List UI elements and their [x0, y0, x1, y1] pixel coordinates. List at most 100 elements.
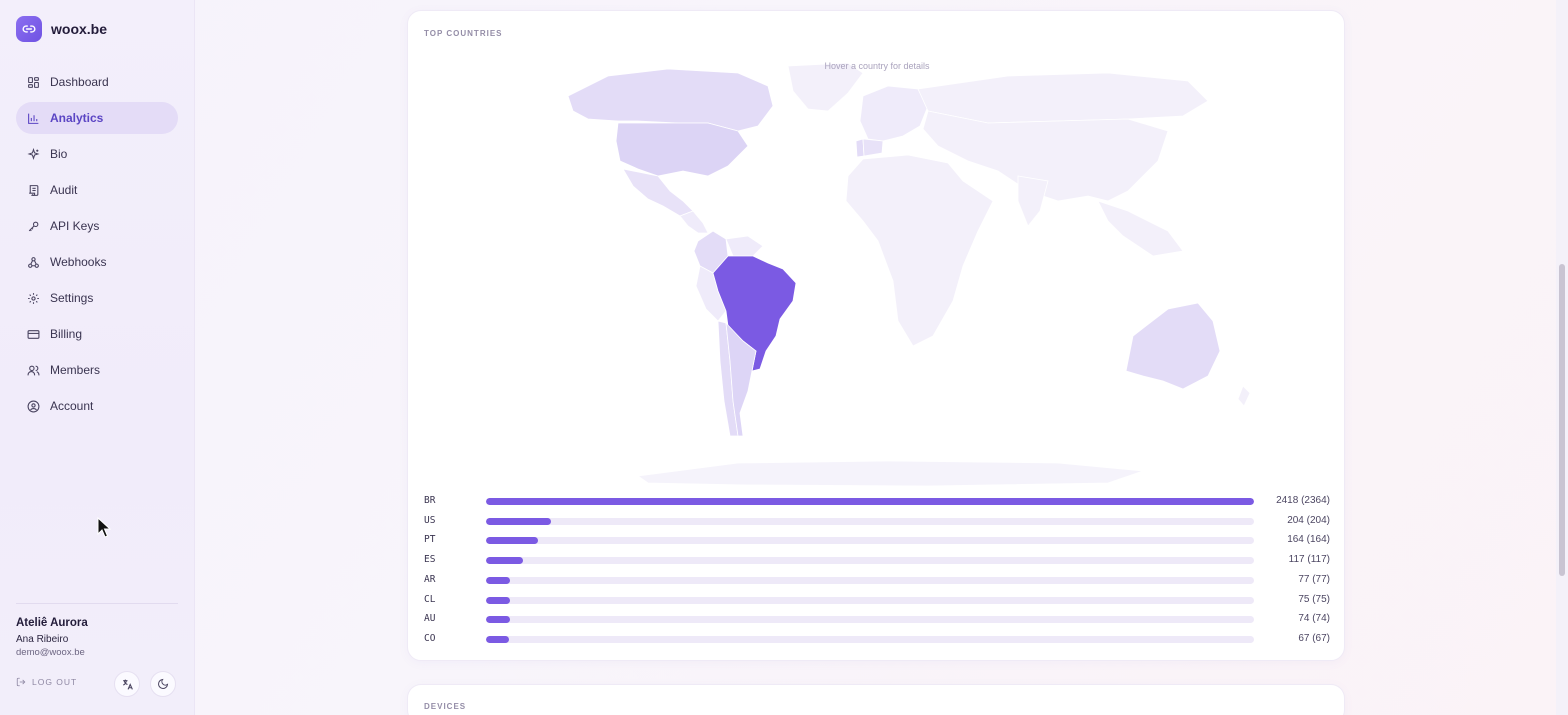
country-es [862, 138, 884, 157]
gear-icon [28, 292, 39, 304]
logout-button[interactable]: LOG OUT [16, 677, 77, 687]
country-row-us[interactable]: US 204 (204) [424, 515, 1330, 527]
country-bar-track [486, 517, 1254, 525]
sidebar-item-account[interactable]: Account [16, 390, 178, 422]
country-code: US [424, 514, 436, 526]
sidebar-item-label: Settings [50, 291, 94, 305]
country-bar-fill [486, 517, 551, 525]
top-countries-card: TOP COUNTRIES Hover a country for detail… [407, 10, 1345, 661]
sidebar-item-analytics[interactable]: Analytics [16, 102, 178, 134]
sidebar-item-audit[interactable]: Audit [16, 174, 178, 206]
country-nz [1237, 385, 1251, 407]
country-se-asia [1097, 200, 1184, 257]
moon-icon [158, 678, 169, 689]
language-button[interactable] [114, 671, 140, 697]
country-bar-track [486, 616, 1254, 624]
card-icon [27, 329, 40, 339]
scroll-icon [29, 184, 39, 196]
country-row-au[interactable]: AU 74 (74) [424, 613, 1330, 625]
country-count: 2418 (2364) [1276, 495, 1330, 506]
country-code: PT [424, 534, 436, 546]
map-hint: Hover a country for details [824, 61, 930, 71]
country-code: BR [424, 495, 436, 506]
sidebar-nav: Dashboard Analytics Bio Audit API Keys W… [16, 66, 178, 426]
sidebar-item-api-keys[interactable]: API Keys [16, 210, 178, 242]
brand[interactable]: woox.be [16, 16, 107, 42]
sidebar-item-label: Webhooks [50, 255, 107, 269]
users-icon [27, 365, 40, 375]
country-count: 164 (164) [1287, 534, 1330, 546]
country-bar-track [486, 596, 1254, 604]
country-row-es[interactable]: ES 117 (117) [424, 554, 1330, 566]
mouse-cursor-icon [97, 517, 111, 538]
devices-card: DEVICES [407, 684, 1345, 715]
country-row-co[interactable]: CO 67 (67) [424, 633, 1330, 645]
country-europe [859, 85, 929, 142]
country-code: AR [424, 573, 436, 585]
sidebar-item-label: Account [50, 399, 94, 413]
country-bar-fill [486, 576, 511, 584]
country-bar-fill [486, 596, 510, 604]
sidebar-divider [16, 603, 178, 604]
sidebar-item-billing[interactable]: Billing [16, 318, 178, 350]
country-row-pt[interactable]: PT 164 (164) [424, 534, 1330, 546]
user-email: demo@woox.be [16, 647, 85, 658]
sidebar-item-dashboard[interactable]: Dashboard [16, 66, 178, 98]
country-bar-track [486, 537, 1254, 545]
sidebar-item-label: Members [50, 363, 101, 377]
sparkle-icon [27, 147, 40, 160]
country-bar-track [486, 635, 1254, 643]
user-circle-icon [27, 400, 40, 412]
key-icon [28, 221, 39, 231]
country-russia [917, 72, 1209, 124]
country-bar-fill [486, 498, 1254, 505]
country-count: 204 (204) [1287, 514, 1330, 526]
sidebar-item-settings[interactable]: Settings [16, 282, 178, 314]
country-india [1017, 175, 1049, 227]
brand-name: woox.be [51, 21, 108, 37]
sidebar-item-label: Dashboard [50, 75, 109, 89]
country-bar-fill [486, 635, 510, 643]
country-code: CO [424, 632, 436, 644]
sidebar-item-webhooks[interactable]: Webhooks [16, 246, 178, 278]
user-name: Ana Ribeiro [16, 634, 69, 645]
country-bar-track [486, 498, 1254, 505]
country-row-cl[interactable]: CL 75 (75) [424, 594, 1330, 606]
country-code: CL [424, 593, 436, 605]
country-count: 67 (67) [1298, 632, 1330, 644]
country-venezuela [725, 235, 764, 257]
scrollbar-track[interactable] [1556, 0, 1568, 715]
country-bar-fill [486, 557, 524, 565]
sidebar-item-label: Analytics [50, 111, 104, 125]
country-central-america [679, 210, 709, 234]
logout-icon [16, 677, 26, 687]
country-us [615, 122, 749, 177]
country-au [1125, 302, 1221, 390]
country-row-br[interactable]: BR 2418 (2364) [424, 495, 1330, 507]
translate-icon [122, 679, 133, 690]
country-bar-fill [486, 537, 539, 545]
country-count: 117 (117) [1288, 554, 1330, 566]
country-antarctica [636, 460, 1144, 487]
country-count: 75 (75) [1298, 593, 1330, 605]
theme-toggle-button[interactable] [150, 671, 176, 697]
sidebar-item-label: API Keys [50, 219, 100, 233]
card-title: TOP COUNTRIES [424, 29, 503, 38]
sidebar-item-bio[interactable]: Bio [16, 138, 178, 170]
country-canada [567, 68, 774, 132]
sidebar-item-label: Bio [50, 147, 68, 161]
sidebar: woox.be Dashboard Analytics Bio Audit AP… [0, 0, 195, 715]
sidebar-item-members[interactable]: Members [16, 354, 178, 386]
country-row-ar[interactable]: AR 77 (77) [424, 574, 1330, 586]
org-name: Ateliê Aurora [16, 617, 88, 629]
country-bar-track [486, 557, 1254, 565]
country-africa [845, 154, 994, 347]
world-map[interactable] [408, 51, 1346, 491]
logout-label: LOG OUT [32, 677, 78, 687]
card-title: DEVICES [424, 702, 467, 711]
dashboard-icon [28, 76, 39, 88]
country-code: AU [424, 613, 436, 625]
scrollbar-thumb[interactable] [1559, 264, 1565, 576]
country-count: 77 (77) [1298, 573, 1330, 585]
sidebar-item-label: Audit [50, 183, 78, 197]
